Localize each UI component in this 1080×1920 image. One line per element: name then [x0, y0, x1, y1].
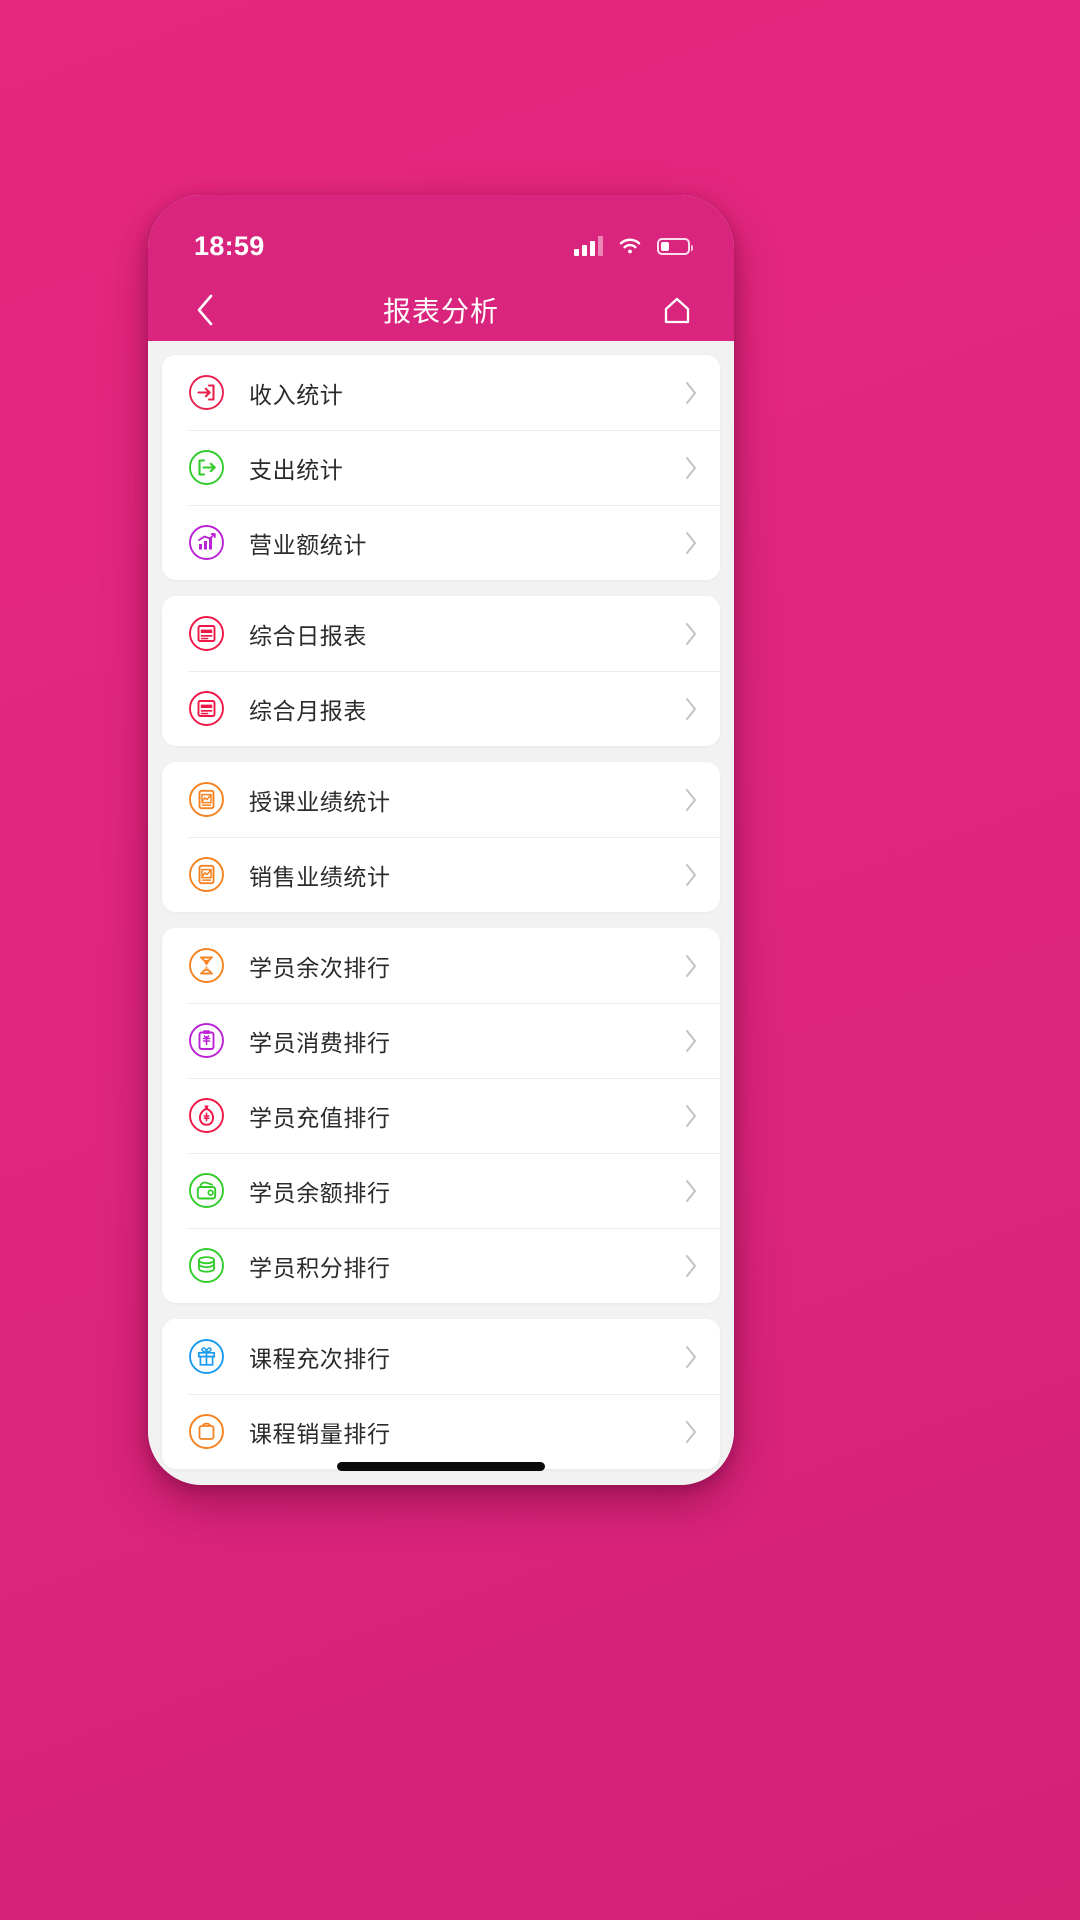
course-recharge-gift-icon — [188, 1338, 225, 1375]
income-arrow-in-icon — [188, 374, 225, 411]
battery-icon — [657, 237, 693, 255]
list-item-sales-performance[interactable]: 销售业绩统计 — [162, 837, 720, 912]
daily-report-icon — [188, 615, 225, 652]
chevron-right-icon — [685, 954, 698, 978]
chevron-right-icon — [685, 531, 698, 555]
chevron-right-icon — [685, 456, 698, 480]
list-item-label: 学员消费排行 — [249, 1030, 391, 1057]
list-item-income-stats[interactable]: 收入统计 — [162, 355, 720, 430]
nav-bar: 报表分析 — [148, 279, 734, 341]
teaching-performance-icon — [188, 781, 225, 818]
list-item-label: 收入统计 — [249, 382, 344, 409]
chevron-right-icon — [685, 697, 698, 721]
balance-wallet-icon — [188, 1172, 225, 1209]
list-item-label: 学员余额排行 — [249, 1180, 391, 1207]
chevron-right-icon — [685, 381, 698, 405]
signal-bars-icon — [574, 236, 603, 256]
list-item-turnover-stats[interactable]: 营业额统计 — [162, 505, 720, 580]
report-group: 收入统计 支出统计 营业额统计 — [162, 355, 720, 580]
status-clock: 18:59 — [194, 230, 265, 261]
report-group: 学员余次排行 学员消费排行 学员充值排行 学员余额排行 学员积分排行 — [162, 928, 720, 1303]
list-item-label: 课程销量排行 — [249, 1421, 391, 1448]
list-item-label: 课程充次排行 — [249, 1346, 391, 1373]
list-item-label: 营业额统计 — [249, 532, 367, 559]
chevron-right-icon — [685, 1179, 698, 1203]
expense-arrow-out-icon — [188, 449, 225, 486]
list-item-balance-rank[interactable]: 学员余额排行 — [162, 1153, 720, 1228]
status-bar: 18:59 — [148, 195, 734, 279]
report-group: 授课业绩统计 销售业绩统计 — [162, 762, 720, 912]
status-icon-group — [574, 236, 693, 256]
chevron-right-icon — [685, 1254, 698, 1278]
home-button[interactable] — [654, 287, 700, 333]
turnover-chart-icon — [188, 524, 225, 561]
consumption-clipboard-icon — [188, 1022, 225, 1059]
list-item-recharge-rank[interactable]: 学员充值排行 — [162, 1078, 720, 1153]
course-sales-icon — [188, 1413, 225, 1450]
home-indicator-bar[interactable] — [337, 1462, 545, 1471]
list-item-monthly-report[interactable]: 综合月报表 — [162, 671, 720, 746]
chevron-right-icon — [685, 863, 698, 887]
monthly-report-icon — [188, 690, 225, 727]
list-item-points-rank[interactable]: 学员积分排行 — [162, 1228, 720, 1303]
sales-performance-icon — [188, 856, 225, 893]
list-item-remaining-sessions-rank[interactable]: 学员余次排行 — [162, 928, 720, 1003]
list-item-course-sales-rank[interactable]: 课程销量排行 — [162, 1394, 720, 1469]
chevron-right-icon — [685, 1345, 698, 1369]
chevron-right-icon — [685, 1029, 698, 1053]
home-icon — [664, 297, 690, 324]
list-item-daily-report[interactable]: 综合日报表 — [162, 596, 720, 671]
chevron-right-icon — [685, 1104, 698, 1128]
list-item-course-recharge-rank[interactable]: 课程充次排行 — [162, 1319, 720, 1394]
back-button[interactable] — [182, 287, 228, 333]
recharge-moneybag-icon — [188, 1097, 225, 1134]
list-item-label: 综合月报表 — [249, 698, 367, 725]
report-group: 课程充次排行 课程销量排行 — [162, 1319, 720, 1469]
chevron-right-icon — [685, 1420, 698, 1444]
phone-frame: 18:59 报表分析 收入统计 支出统计 营业额统计 综合日报表 综合月报表 授… — [148, 195, 734, 1485]
list-item-label: 支出统计 — [249, 457, 344, 484]
report-list-scroll[interactable]: 收入统计 支出统计 营业额统计 综合日报表 综合月报表 授课业绩统计 销售业绩统… — [148, 341, 734, 1485]
page-title: 报表分析 — [382, 296, 499, 327]
wifi-icon — [618, 237, 642, 255]
list-item-label: 学员充值排行 — [249, 1105, 391, 1132]
report-group: 综合日报表 综合月报表 — [162, 596, 720, 746]
list-item-label: 学员积分排行 — [249, 1255, 391, 1282]
chevron-left-icon — [197, 294, 213, 326]
list-item-label: 授课业绩统计 — [249, 789, 391, 816]
points-coins-icon — [188, 1247, 225, 1284]
list-item-label: 销售业绩统计 — [249, 864, 391, 891]
chevron-right-icon — [685, 788, 698, 812]
chevron-right-icon — [685, 622, 698, 646]
list-item-label: 综合日报表 — [249, 623, 367, 650]
remaining-sessions-hourglass-icon — [188, 947, 225, 984]
list-item-consumption-rank[interactable]: 学员消费排行 — [162, 1003, 720, 1078]
list-item-teaching-performance[interactable]: 授课业绩统计 — [162, 762, 720, 837]
list-item-expense-stats[interactable]: 支出统计 — [162, 430, 720, 505]
list-item-label: 学员余次排行 — [249, 955, 391, 982]
